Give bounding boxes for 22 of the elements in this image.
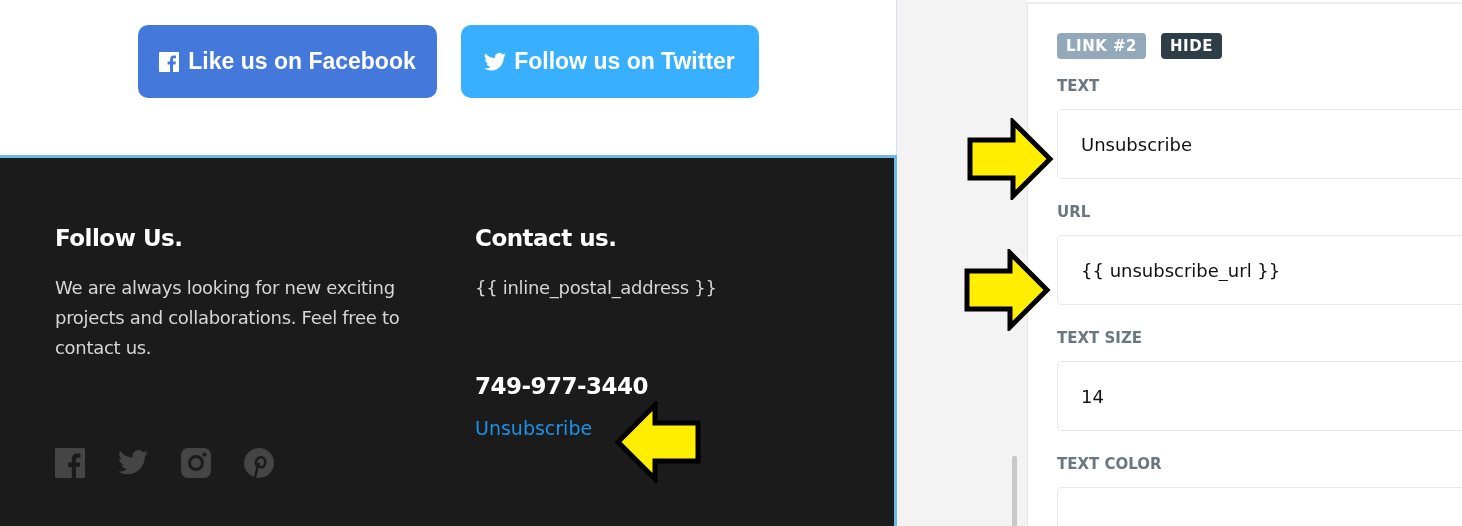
input-field[interactable]: 14 — [1057, 361, 1462, 431]
section-heading: Follow Us. — [55, 225, 184, 253]
input-field[interactable]: {{ unsubscribe_url }} — [1057, 235, 1462, 305]
input-field[interactable]: Unsubscribe — [1057, 109, 1462, 179]
scrollbar-thumb[interactable] — [1012, 456, 1017, 526]
field-label: TEXT SIZE — [1057, 329, 1143, 347]
phone-number: 749-977-3440 — [475, 373, 650, 399]
section-text: We are always looking for new exciting projects and collaborations. Feel free to contact us. — [55, 276, 401, 360]
facebook-icon[interactable] — [55, 448, 85, 478]
unsubscribe-link[interactable]: Unsubscribe — [475, 417, 845, 439]
share-button[interactable]: Like us on Facebook — [137, 25, 437, 98]
link-badge: LINK #2 — [1057, 33, 1147, 59]
hide-button[interactable]: HIDE — [1161, 33, 1222, 59]
camera-icon[interactable] — [181, 448, 211, 478]
pin-icon[interactable] — [244, 448, 274, 478]
bird-icon — [484, 51, 507, 72]
address-text: {{ inline_postal_address }} — [475, 276, 718, 301]
facebook-icon — [158, 51, 181, 72]
field-label: TEXT COLOR — [1057, 455, 1163, 473]
section-heading: Contact us. — [475, 225, 618, 253]
field-label: URL — [1057, 203, 1092, 221]
field-label: TEXT — [1057, 77, 1101, 95]
